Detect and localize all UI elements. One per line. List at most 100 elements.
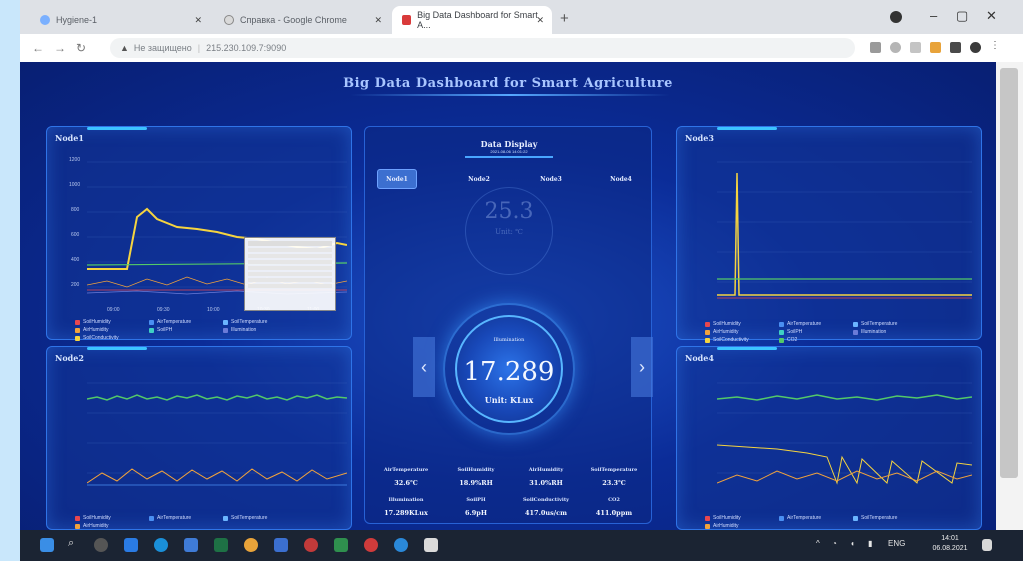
browser-tab[interactable]: Hygiene-1 ✕ <box>30 6 210 34</box>
close-icon[interactable]: ✕ <box>536 15 544 26</box>
menu-icon[interactable]: ⋮ <box>990 40 1001 51</box>
profile-icon[interactable] <box>890 11 902 23</box>
app-icon[interactable] <box>304 538 318 552</box>
ghost-ring <box>465 187 553 275</box>
sensor-label: CO2 <box>608 497 620 503</box>
legend-item[interactable]: AirHumidity <box>75 327 139 333</box>
battery-icon[interactable]: ▮ <box>868 539 872 548</box>
mail-icon[interactable] <box>124 538 138 552</box>
legend-item[interactable]: AirTemperature <box>149 319 213 325</box>
co2-line <box>717 394 972 401</box>
tray-chevron-icon[interactable]: ^ <box>816 539 820 548</box>
browser-tab[interactable]: Справка - Google Chrome ✕ <box>214 6 390 34</box>
translate-icon[interactable] <box>870 42 881 53</box>
back-icon[interactable]: ← <box>32 41 44 55</box>
search-icon[interactable]: ⌕ <box>68 537 82 551</box>
network-icon[interactable]: ◔ <box>832 539 837 548</box>
notification-icon[interactable] <box>982 539 992 551</box>
sensor-value: 32.6℃ <box>394 479 418 487</box>
chrome-icon[interactable] <box>244 538 258 552</box>
new-tab-button[interactable]: + <box>560 10 569 27</box>
legend-item[interactable]: SoilHumidity <box>75 319 139 325</box>
task-view-icon[interactable] <box>94 538 108 552</box>
extension-icon[interactable] <box>930 42 941 53</box>
legend-item[interactable]: CO2 <box>779 337 843 343</box>
tab-node4[interactable]: Node4 <box>601 169 641 189</box>
close-icon[interactable]: ✕ <box>194 15 202 26</box>
legend-item[interactable]: SoilHumidity <box>75 515 139 521</box>
url-separator: | <box>197 43 201 53</box>
volume-icon[interactable]: ◖ <box>850 539 855 548</box>
maximize-button[interactable]: ▢ <box>956 8 968 24</box>
scrollbar-thumb[interactable] <box>1000 68 1018 478</box>
legend-item[interactable]: SoilHumidity <box>705 515 769 521</box>
star-icon[interactable] <box>910 42 921 53</box>
legend-item[interactable]: Illumination <box>853 329 917 335</box>
puzzle-icon[interactable] <box>950 42 961 53</box>
airhumidity-line <box>87 468 347 484</box>
edge-icon[interactable] <box>154 538 168 552</box>
node4-panel: Node4 SoilHumidity AirTemperature SoilTe… <box>676 346 982 530</box>
tab-node3[interactable]: Node3 <box>531 169 571 189</box>
minimize-button[interactable]: – <box>930 8 937 23</box>
sensor-value: 18.9%RH <box>459 479 493 487</box>
app-icon[interactable] <box>424 538 438 552</box>
dashboard: Big Data Dashboard for Smart Agriculture… <box>20 62 996 530</box>
clock-date: 06.08.2021 <box>932 545 968 552</box>
next-arrow-button[interactable]: › <box>631 337 653 397</box>
telegram-icon[interactable] <box>394 538 408 552</box>
legend-item[interactable]: SoilConductivity <box>705 337 769 343</box>
close-icon[interactable]: ✕ <box>374 15 382 26</box>
legend-item[interactable]: AirTemperature <box>779 515 843 521</box>
legend-item[interactable]: AirHumidity <box>705 329 769 335</box>
chart-legend: SoilHumidity AirTemperature SoilTemperat… <box>705 321 975 343</box>
browser-toolbar: ← → ↻ ▲ Не защищено | 215.230.109.7:9090… <box>20 34 1023 62</box>
legend-item[interactable]: AirHumidity <box>75 523 139 529</box>
tab-node1[interactable]: Node1 <box>377 169 417 189</box>
app-icon[interactable] <box>364 538 378 552</box>
tab-node2[interactable]: Node2 <box>459 169 499 189</box>
legend-item[interactable]: SoilTemperature <box>853 515 917 521</box>
doc-icon <box>224 15 234 25</box>
address-bar[interactable]: ▲ Не защищено | 215.230.109.7:9090 <box>110 38 855 58</box>
excel-icon[interactable] <box>214 538 228 552</box>
account-icon[interactable] <box>970 42 981 53</box>
windows-taskbar: ⌕ ^ ◔ ◖ ▮ ENG 14:01 06.08.2021 <box>20 530 1023 561</box>
sensor-label: SoilHumidity <box>457 467 495 473</box>
close-window-button[interactable]: ✕ <box>986 8 997 24</box>
legend-item[interactable]: Illumination <box>223 327 287 333</box>
title-underline <box>465 156 553 158</box>
taskbar-clock[interactable]: 14:01 06.08.2021 <box>920 534 980 554</box>
legend-item[interactable]: SoilTemperature <box>223 515 287 521</box>
sensor-value: 6.9pH <box>465 509 487 517</box>
legend-item[interactable]: SoilHumidity <box>705 321 769 327</box>
tab-strip: Hygiene-1 ✕ Справка - Google Chrome ✕ Bi… <box>20 0 1023 34</box>
legend-item[interactable]: AirTemperature <box>149 515 213 521</box>
panel-accent <box>87 347 147 350</box>
word-icon[interactable] <box>274 538 288 552</box>
prev-arrow-button[interactable]: ‹ <box>413 337 435 397</box>
browser-tab-active[interactable]: Big Data Dashboard for Smart A... ✕ <box>392 6 552 34</box>
start-icon[interactable] <box>40 538 54 552</box>
title-underline <box>350 94 670 96</box>
legend-item[interactable]: AirTemperature <box>779 321 843 327</box>
legend-item[interactable]: SoilTemperature <box>223 319 287 325</box>
forward-icon[interactable]: → <box>54 41 66 55</box>
sensor-value: 23.3℃ <box>602 479 626 487</box>
legend-item[interactable]: SoilConductivity <box>75 335 139 341</box>
sensor-label: SoilPH <box>466 497 486 503</box>
sensor-value: 411.0ppm <box>595 509 633 517</box>
y-tick: 200 <box>71 282 80 288</box>
language-indicator[interactable]: ENG <box>888 539 905 548</box>
site-icon <box>402 15 412 25</box>
legend-item[interactable]: SoilTemperature <box>853 321 917 327</box>
store-icon[interactable] <box>184 538 198 552</box>
zoom-icon[interactable] <box>890 42 901 53</box>
dashboard-title: Big Data Dashboard for Smart Agriculture <box>343 76 673 91</box>
panel-title: Node1 <box>55 133 84 143</box>
legend-item[interactable]: SoilPH <box>779 329 843 335</box>
app-icon[interactable] <box>334 538 348 552</box>
reload-icon[interactable]: ↻ <box>76 41 86 55</box>
legend-item[interactable]: AirHumidity <box>705 523 769 529</box>
legend-item[interactable]: SoilPH <box>149 327 213 333</box>
